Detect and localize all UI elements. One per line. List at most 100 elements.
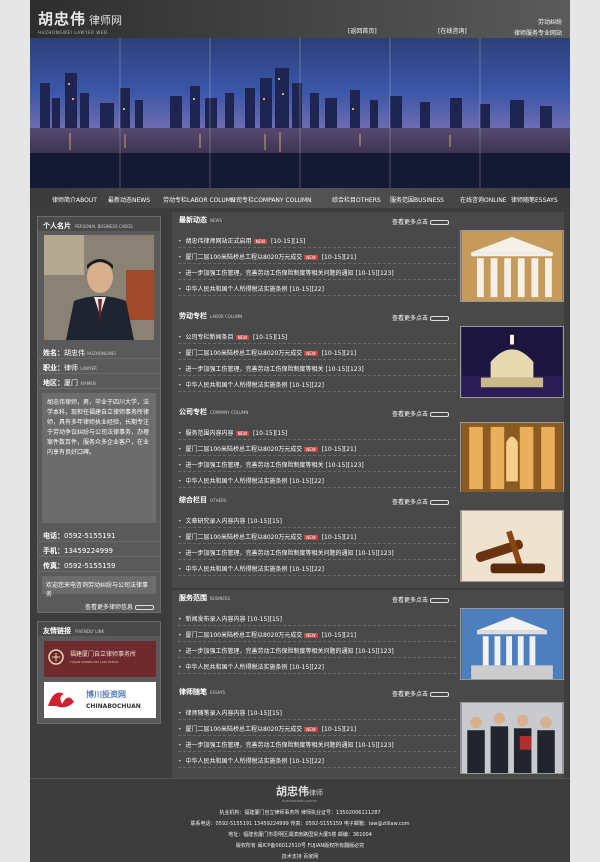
menu-item-company[interactable]: 公司专栏COMPANY COLUMN [230, 195, 312, 204]
new-badge: NEW [235, 431, 250, 436]
menu-item-essays[interactable]: 律师随笔ESSAYS [511, 195, 558, 204]
item-title[interactable]: 进一步加强工伤管理，完善劳动工伤保险制度等相关 [186, 462, 324, 469]
footer-line-5: 技术支持 百家网 [281, 854, 319, 860]
menu-item-business[interactable]: 服务范围BUSINESS [390, 195, 444, 204]
section-more-text: 查看更多点击 [391, 315, 428, 322]
business-card-title-text: 个人名片 [43, 222, 71, 230]
item-title[interactable]: 厦门二层100米陆桥总工程以8020万元成交 [186, 726, 303, 733]
section-more-text: 查看更多点击 [391, 597, 428, 604]
business-card: 个人名片 PERSONAL BUSINESS CARDS 姓名：胡忠伟 HUZHO… [37, 216, 161, 613]
item-meta: [10-15][22] [289, 758, 324, 765]
menu-item-about[interactable]: 律师简介ABOUT [52, 195, 97, 204]
new-badge: NEW [253, 239, 268, 244]
list-item[interactable]: 进一步加强工伤管理，完善劳动工伤保险制度等相关问题的通知 [10-15][123… [178, 264, 456, 280]
bochuan-logo [44, 682, 156, 718]
site-logo[interactable]: 胡忠伟 律师网 HUZHONGWEI LAWYER WEB [38, 8, 122, 35]
item-meta: [10-15][123] [355, 270, 394, 277]
list-item[interactable]: 厦门二层100米陆桥总工程以8020万元成交NEW [10-15][21] [178, 344, 456, 360]
more-button-icon [430, 692, 449, 697]
friendly-links-title-text: 友情链接 [43, 627, 71, 635]
section-thumbnail [460, 230, 564, 302]
list-item[interactable]: 进一步加强工伤管理，完善劳动工伤保险制度等相关 [10-15][123] [178, 456, 456, 472]
item-title[interactable]: 厦门二层100米陆桥总工程以8020万元成交 [186, 254, 303, 261]
law-office-link[interactable]: 福建厦门自立律师事务所 FUJIAN XIAMEN ZILI LAW OFFIC… [44, 641, 156, 677]
item-title[interactable]: 中华人民共和国个人所得税法实施条例 [186, 382, 288, 389]
list-item[interactable]: 中华人民共和国个人所得税法实施条例 [10-15][22] [178, 280, 456, 296]
section-title-en: COMPANY COLUMN [210, 410, 249, 415]
section-more-link[interactable]: 查看更多点击 [392, 217, 449, 226]
section-title-en: ESSAYS [210, 690, 226, 695]
item-title[interactable]: 厦门二层100米陆桥总工程以8020万元成交 [186, 632, 303, 639]
list-item[interactable]: 中华人民共和国个人所得税法实施条例 [10-15][22] [178, 752, 456, 768]
lawyer-photo [44, 235, 154, 340]
item-title[interactable]: 厦门二层100米陆桥总工程以8020万元成交 [186, 350, 303, 357]
mobile-row: 手机：13459224999 [38, 542, 160, 557]
sidebar: 个人名片 PERSONAL BUSINESS CARDS 姓名：胡忠伟 HUZHO… [37, 216, 161, 724]
section-more-link[interactable]: 查看更多点击 [392, 313, 449, 322]
area-en: XIAMEN [80, 381, 96, 386]
menu-item-news[interactable]: 最新动态NEWS [108, 195, 150, 204]
item-meta: [10-15][22] [289, 382, 324, 389]
item-title[interactable]: 中华人民共和国个人所得税法实施条例 [186, 478, 288, 485]
item-title[interactable]: 中华人民共和国个人所得税法实施条例 [186, 566, 288, 573]
menu-item-labor[interactable]: 劳动专栏LABOR COLUMN [163, 195, 235, 204]
list-item[interactable]: 进一步加强工伤管理，完善劳动工伤保险制度等相关 [10-15][123] [178, 360, 456, 376]
home-link[interactable]: [返回首页] [348, 26, 377, 35]
section-more-link[interactable]: 查看更多点击 [392, 409, 449, 418]
list-item[interactable]: 厦门二层100米陆桥总工程以8020万元成交NEW [10-15][21] [178, 440, 456, 456]
list-item[interactable]: 厦门二层100米陆桥总工程以8020万元成交NEW [10-15][21] [178, 626, 456, 642]
item-title[interactable]: 进一步加强工伤管理，完善劳动工伤保险制度等相关 [186, 366, 324, 373]
list-item[interactable]: 厦门二层100米陆桥总工程以8020万元成交NEW [10-15][21] [178, 720, 456, 736]
item-title[interactable]: 中华人民共和国个人所得税法实施条例 [186, 286, 288, 293]
item-title[interactable]: 公司专栏新闻条目 [186, 334, 234, 341]
item-title[interactable]: 律师随笔录入内容内容 [186, 710, 246, 717]
section-thumbnail [460, 510, 564, 582]
item-title[interactable]: 新闻发布录入内容内容 [186, 616, 246, 623]
footer: 胡忠伟律师 HUZHONGWEI LAWYER 执业机构：福建厦门自立律师事务所… [30, 778, 570, 862]
section-title: 公司专栏 COMPANY COLUMN [172, 404, 564, 417]
job-row: 职业：律师 LAWYER [38, 359, 160, 374]
consult-link[interactable]: [在线咨询] [438, 26, 467, 35]
item-title[interactable]: 厦门二层100米陆桥总工程以8020万元成交 [186, 446, 303, 453]
item-title[interactable]: 中华人民共和国个人所得税法实施条例 [186, 664, 288, 671]
footer-line-3: 地址：福建省厦门市思明区湖滨南路国贸大厦5楼 邮编：361004 [228, 832, 372, 838]
list-item[interactable]: 厦门二层100米陆桥总工程以8020万元成交NEW [10-15][21] [178, 528, 456, 544]
list-item[interactable]: 进一步加强工伤管理，完善劳动工伤保险制度等相关问题的通知 [10-15][123… [178, 544, 456, 560]
item-title[interactable]: 文章研究录入内容内容 [186, 518, 246, 525]
item-title[interactable]: 进一步加强工伤管理，完善劳动工伤保险制度等相关问题的通知 [186, 742, 354, 749]
section-5: 服务范围BUSINESS查看更多点击新闻发布录入内容内容 [10-15][15]… [172, 590, 564, 686]
list-item[interactable]: 服务范围内容内容NEW [10-15][15] [178, 424, 456, 440]
section-more-link[interactable]: 查看更多点击 [392, 689, 449, 698]
list-item[interactable]: 新闻发布录入内容内容 [10-15][15] [178, 610, 456, 626]
section-more-link[interactable]: 查看更多点击 [392, 595, 449, 604]
menu-item-online[interactable]: 在线咨询ONLINE [460, 195, 507, 204]
list-item[interactable]: 进一步加强工伤管理，完善劳动工伤保险制度等相关问题的通知 [10-15][123… [178, 736, 456, 752]
section-title-text: 综合栏目 [179, 496, 207, 504]
item-title[interactable]: 厦门二层100米陆桥总工程以8020万元成交 [186, 534, 303, 541]
item-meta: [10-15][15] [247, 710, 282, 717]
item-meta: [10-15][22] [289, 664, 324, 671]
list-item[interactable]: 律师随笔录入内容内容 [10-15][15] [178, 704, 456, 720]
list-item[interactable]: 进一步加强工伤管理，完善劳动工伤保险制度等相关问题的通知 [10-15][123… [178, 642, 456, 658]
footer-logo-en: HUZHONGWEI LAWYER [282, 799, 317, 803]
list-item[interactable]: 厦门二层100米陆桥总工程以8020万元成交NEW [10-15][21] [178, 248, 456, 264]
header-tagline-1: 劳动纠纷 [537, 19, 562, 26]
item-title[interactable]: 服务范围内容内容 [186, 430, 234, 437]
item-meta: [10-15][21] [321, 254, 357, 261]
item-title[interactable]: 进一步加强工伤管理，完善劳动工伤保险制度等相关问题的通知 [186, 270, 354, 277]
item-title[interactable]: 进一步加强工伤管理，完善劳动工伤保险制度等相关问题的通知 [186, 550, 354, 557]
list-item[interactable]: 中华人民共和国个人所得税法实施条例 [10-15][22] [178, 472, 456, 488]
list-item[interactable]: 文章研究录入内容内容 [10-15][15] [178, 512, 456, 528]
list-item[interactable]: 中华人民共和国个人所得税法实施条例 [10-15][22] [178, 658, 456, 674]
item-title[interactable]: 胡忠伟律师网站正式启用 [186, 238, 252, 245]
list-item[interactable]: 中华人民共和国个人所得税法实施条例 [10-15][22] [178, 376, 456, 392]
section-more-link[interactable]: 查看更多点击 [392, 497, 449, 506]
list-item[interactable]: 公司专栏新闻条目NEW [10-15][15] [178, 328, 456, 344]
item-title[interactable]: 中华人民共和国个人所得税法实施条例 [186, 758, 288, 765]
list-item[interactable]: 胡忠伟律师网站正式启用NEW [10-15][15] [178, 232, 456, 248]
bochuan-link[interactable]: 博川投资网 CHINABOCHUAN [44, 682, 156, 718]
menu-item-others[interactable]: 综合栏目OTHERS [332, 195, 381, 204]
item-title[interactable]: 进一步加强工伤管理，完善劳动工伤保险制度等相关问题的通知 [186, 648, 354, 655]
profile-more-link[interactable]: 查看更多律师信息 [38, 598, 160, 612]
list-item[interactable]: 中华人民共和国个人所得税法实施条例 [10-15][22] [178, 560, 456, 576]
